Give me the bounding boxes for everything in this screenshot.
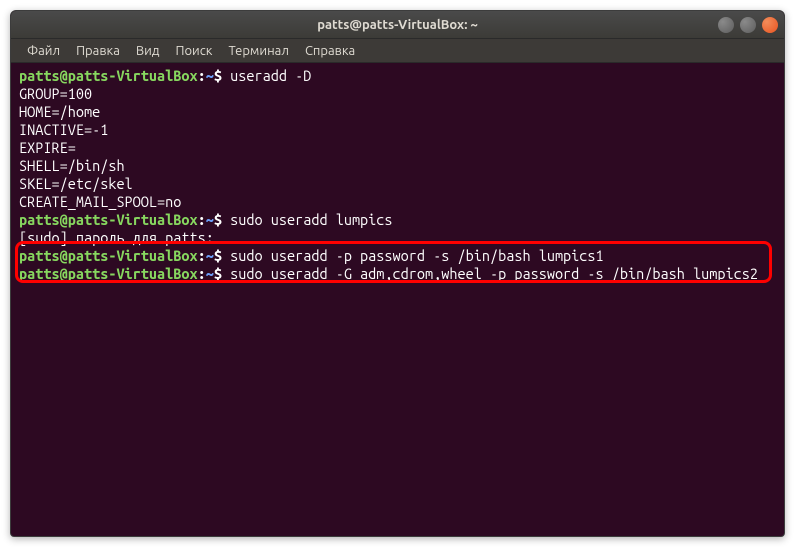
prompt-colon: : bbox=[198, 67, 206, 84]
terminal-output: SHELL=/bin/sh bbox=[19, 157, 776, 175]
command-text: sudo useradd lumpics bbox=[230, 211, 392, 228]
menu-edit[interactable]: Правка bbox=[68, 42, 128, 60]
terminal-output: SKEL=/etc/skel bbox=[19, 175, 776, 193]
prompt-colon: : bbox=[198, 247, 206, 264]
terminal-output: [sudo] пароль для patts: bbox=[19, 229, 776, 247]
close-button[interactable] bbox=[762, 17, 778, 33]
command-text: sudo useradd -p password -s /bin/bash lu… bbox=[230, 247, 604, 264]
terminal-output: INACTIVE=-1 bbox=[19, 121, 776, 139]
menu-search[interactable]: Поиск bbox=[167, 42, 220, 60]
menu-view[interactable]: Вид bbox=[128, 42, 168, 60]
command-text: useradd -D bbox=[230, 67, 311, 84]
prompt-colon: : bbox=[198, 211, 206, 228]
prompt-dollar: $ bbox=[214, 67, 230, 84]
prompt-user: patts@patts-VirtualBox bbox=[19, 247, 198, 264]
titlebar: patts@patts-VirtualBox: ~ bbox=[11, 11, 784, 39]
maximize-button[interactable] bbox=[740, 17, 756, 33]
terminal-content[interactable]: patts@patts-VirtualBox:~$ useradd -D GRO… bbox=[11, 63, 784, 287]
menubar: Файл Правка Вид Поиск Терминал Справка bbox=[11, 39, 784, 63]
minimize-button[interactable] bbox=[718, 17, 734, 33]
menu-file[interactable]: Файл bbox=[19, 42, 68, 60]
menu-terminal[interactable]: Терминал bbox=[220, 42, 296, 60]
window-title: patts@patts-VirtualBox: ~ bbox=[317, 18, 478, 32]
terminal-output: CREATE_MAIL_SPOOL=no bbox=[19, 193, 776, 211]
command-text: sudo useradd -G adm,cdrom,wheel -p passw… bbox=[230, 265, 758, 282]
terminal-output: HOME=/home bbox=[19, 103, 776, 121]
window-controls bbox=[718, 17, 778, 33]
prompt-path: ~ bbox=[206, 211, 214, 228]
prompt-user: patts@patts-VirtualBox bbox=[19, 67, 198, 84]
prompt-colon: : bbox=[198, 265, 206, 282]
prompt-dollar: $ bbox=[214, 265, 230, 282]
prompt-path: ~ bbox=[206, 265, 214, 282]
prompt-user: patts@patts-VirtualBox bbox=[19, 265, 198, 282]
menu-help[interactable]: Справка bbox=[297, 42, 363, 60]
prompt-dollar: $ bbox=[214, 247, 230, 264]
terminal-line: patts@patts-VirtualBox:~$ sudo useradd l… bbox=[19, 211, 776, 229]
prompt-user: patts@patts-VirtualBox bbox=[19, 211, 198, 228]
terminal-line: patts@patts-VirtualBox:~$ sudo useradd -… bbox=[19, 265, 776, 283]
terminal-window: patts@patts-VirtualBox: ~ Файл Правка Ви… bbox=[10, 10, 785, 537]
terminal-line: patts@patts-VirtualBox:~$ useradd -D bbox=[19, 67, 776, 85]
terminal-line: patts@patts-VirtualBox:~$ sudo useradd -… bbox=[19, 247, 776, 265]
terminal-output: GROUP=100 bbox=[19, 85, 776, 103]
terminal-output: EXPIRE= bbox=[19, 139, 776, 157]
prompt-dollar: $ bbox=[214, 211, 230, 228]
prompt-path: ~ bbox=[206, 247, 214, 264]
prompt-path: ~ bbox=[206, 67, 214, 84]
